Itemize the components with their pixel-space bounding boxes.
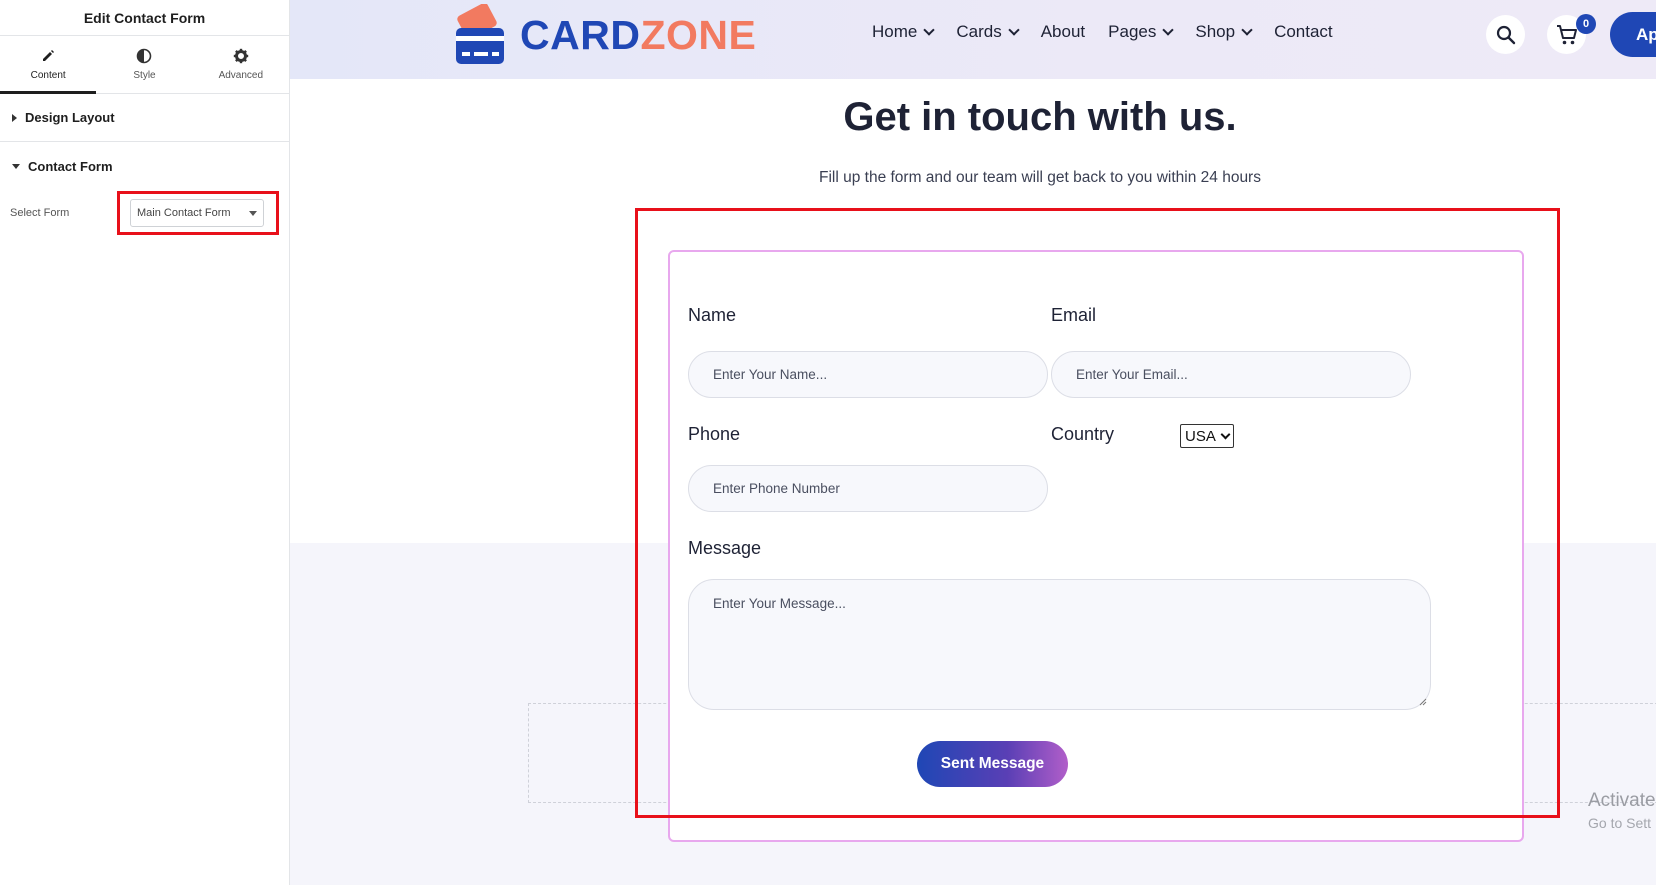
- menu-item-label: About: [1040, 22, 1086, 41]
- select-form-value: Main Contact Form: [137, 207, 231, 219]
- caret-right-icon: [12, 113, 17, 122]
- dropdown-arrow-icon: [249, 210, 257, 216]
- chevron-down-icon: [1008, 23, 1020, 36]
- editor-sidebar: Edit Contact Form Content Style Advanced…: [0, 0, 290, 885]
- apply-button[interactable]: Ap: [1610, 12, 1656, 57]
- tab-content-label: Content: [30, 70, 66, 81]
- select-form-highlight: Main Contact Form: [117, 191, 279, 235]
- chevron-down-icon: [923, 23, 936, 36]
- card-logo-icon: [450, 2, 510, 66]
- name-label: Name: [688, 305, 737, 325]
- contact-headline-wrap: Get in touch with us.: [580, 95, 1500, 140]
- menu-item-shop[interactable]: Shop: [1195, 22, 1253, 42]
- menu-item-label: Contact: [1274, 22, 1333, 41]
- menu-item-label: Home: [872, 22, 918, 41]
- tab-content[interactable]: Content: [0, 36, 97, 94]
- tab-style-label: Style: [133, 70, 156, 81]
- search-button[interactable]: [1486, 15, 1525, 54]
- gear-icon: [233, 48, 249, 64]
- main-menu: Home Cards About Pages Shop Contact: [872, 22, 1356, 42]
- email-label: Email: [1051, 305, 1097, 325]
- select-form-control: Select Form Main Contact Form: [0, 190, 289, 236]
- chevron-down-icon: [1241, 23, 1253, 36]
- editor-title: Edit Contact Form: [0, 0, 289, 36]
- contrast-icon: [136, 48, 152, 64]
- menu-item-cards[interactable]: Cards: [956, 22, 1020, 42]
- activate-windows-watermark: Activate: [1588, 790, 1656, 811]
- phone-input[interactable]: Enter Phone Number: [688, 465, 1048, 512]
- contact-form-card: [668, 250, 1524, 842]
- send-message-button[interactable]: Sent Message: [917, 741, 1068, 787]
- contact-subtitle: Fill up the form and our team will get b…: [819, 169, 1261, 186]
- editor-tabs: Content Style Advanced: [0, 36, 289, 94]
- site-logo[interactable]: CARDZONE: [450, 2, 756, 66]
- country-label: Country: [1051, 424, 1115, 444]
- select-form-dropdown[interactable]: Main Contact Form: [130, 199, 264, 227]
- search-icon: [1496, 25, 1515, 44]
- activate-windows-subtext: Go to Sett: [1588, 815, 1652, 831]
- select-form-label: Select Form: [10, 207, 70, 219]
- phone-label: Phone: [688, 424, 741, 444]
- caret-down-icon: [12, 163, 20, 169]
- pencil-icon: [40, 48, 56, 64]
- site-preview: CARDZONE Home Cards About Pages Shop Con…: [290, 0, 1656, 885]
- logo-wordmark: CARDZONE: [520, 12, 756, 59]
- cart-icon: [1556, 24, 1577, 44]
- country-select-value: USA: [1185, 427, 1216, 445]
- menu-item-label: Cards: [956, 22, 1002, 41]
- menu-item-pages[interactable]: Pages: [1108, 22, 1175, 42]
- section-contact-form[interactable]: Contact Form: [0, 142, 289, 190]
- contact-headline: Get in touch with us.: [843, 95, 1237, 139]
- menu-item-about[interactable]: About: [1041, 22, 1085, 42]
- email-input[interactable]: Enter Your Email...: [1051, 351, 1411, 398]
- chevron-down-icon: [1162, 23, 1175, 36]
- site-header: CARDZONE Home Cards About Pages Shop Con…: [290, 0, 1656, 79]
- name-input[interactable]: Enter Your Name...: [688, 351, 1048, 398]
- menu-item-home[interactable]: Home: [872, 22, 936, 42]
- logo-text-card: CARD: [520, 11, 641, 58]
- chevron-down-icon: [1220, 429, 1231, 439]
- tab-style[interactable]: Style: [96, 36, 192, 93]
- section-design-layout[interactable]: Design Layout: [0, 94, 289, 142]
- message-placeholder: Enter Your Message...: [713, 596, 846, 611]
- menu-item-label: Pages: [1108, 22, 1157, 41]
- menu-item-label: Shop: [1195, 22, 1236, 41]
- tab-advanced-label: Advanced: [218, 70, 264, 81]
- menu-item-contact[interactable]: Contact: [1274, 22, 1333, 42]
- tab-advanced[interactable]: Advanced: [193, 36, 289, 93]
- resize-handle-icon[interactable]: [1419, 698, 1427, 706]
- cart-count-badge: 0: [1576, 14, 1596, 34]
- country-select[interactable]: USA: [1180, 424, 1234, 448]
- section-contact-form-label: Contact Form: [28, 158, 113, 174]
- message-label: Message: [688, 538, 762, 558]
- logo-text-zone: ZONE: [640, 11, 757, 58]
- section-design-layout-label: Design Layout: [25, 110, 115, 125]
- message-textarea[interactable]: Enter Your Message...: [688, 579, 1431, 710]
